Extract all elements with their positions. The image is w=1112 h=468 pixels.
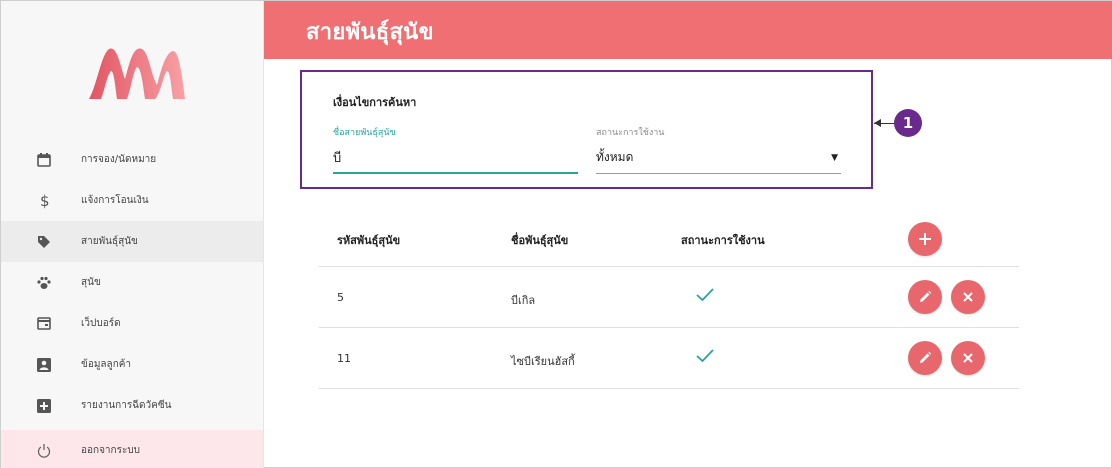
sidebar-item-webboard[interactable]: เว็ปบอร์ด [1, 303, 263, 344]
sidebar-item-booking[interactable]: การจอง/นัดหมาย [1, 139, 263, 180]
page-title: สายพันธุ์สุนัข [306, 20, 434, 45]
power-icon [36, 443, 52, 459]
sidebar-item-label: ข้อมูลลูกค้า [81, 359, 132, 370]
delete-button[interactable] [951, 280, 985, 314]
sidebar-item-logout[interactable]: ออกจากระบบ [1, 430, 263, 468]
dropdown-arrow-icon: ▼ [831, 152, 838, 163]
check-icon [696, 349, 714, 363]
edit-button[interactable] [908, 341, 942, 375]
page-header: สายพันธุ์สุนัข [264, 1, 1112, 59]
column-header-id: รหัสพันธุ์สุนัข [337, 234, 401, 247]
column-header-status: สถานะการใช้งาน [681, 234, 765, 247]
sidebar-item-label: รายงานการฉีดวัคซีน [81, 400, 172, 411]
cell-id: 11 [337, 352, 351, 365]
column-header-name: ชื่อพันธุ์สุนัข [511, 234, 569, 247]
table-row: 5 บีเกิล [319, 267, 1019, 328]
sidebar-item-vaccine-report[interactable]: รายงานการฉีดวัคซีน [1, 385, 263, 426]
add-button[interactable] [908, 222, 942, 256]
sidebar-item-transfer[interactable]: $ แจ้งการโอนเงิน [1, 180, 263, 221]
status-label: สถานะการใช้งาน [596, 128, 665, 138]
sidebar-item-dogs[interactable]: สุนัข [1, 262, 263, 303]
webboard-icon [36, 316, 52, 332]
search-title: เงื่อนไขการค้นหา [333, 96, 417, 109]
sidebar-item-label: แจ้งการโอนเงิน [81, 195, 149, 206]
edit-button[interactable] [908, 280, 942, 314]
callout-arrow-icon [874, 119, 881, 127]
cell-id: 5 [337, 291, 344, 304]
tag-icon [36, 234, 52, 250]
calendar-icon [36, 152, 52, 168]
check-icon [696, 288, 714, 302]
status-select-value: ทั้งหมด [596, 150, 634, 164]
m-logo-icon[interactable] [87, 45, 187, 101]
table-row: 11 ไซบีเรียนฮัสกี้ [319, 328, 1019, 389]
breed-name-label: ชื่อสายพันธุ์สุนัข [333, 128, 396, 138]
svg-text:$: $ [40, 193, 50, 209]
sidebar-item-label: ออกจากระบบ [81, 445, 141, 456]
sidebar-item-label: สายพันธุ์สุนัข [81, 236, 138, 247]
sidebar-item-customers[interactable]: ข้อมูลลูกค้า [1, 344, 263, 385]
dollar-icon: $ [36, 193, 52, 209]
sidebar-item-breeds[interactable]: สายพันธุ์สุนัข [1, 221, 263, 262]
cell-name: ไซบีเรียนฮัสกี้ [511, 355, 575, 368]
table-header: รหัสพันธุ์สุนัข ชื่อพันธุ์สุนัข สถานะการ… [319, 211, 1019, 267]
sidebar-item-label: การจอง/นัดหมาย [81, 154, 157, 165]
sidebar-item-label: สุนัข [81, 277, 101, 288]
search-panel: เงื่อนไขการค้นหา ชื่อสายพันธุ์สุนัข สถาน… [300, 70, 873, 189]
cell-name: บีเกิล [511, 294, 536, 307]
pencil-icon [920, 351, 932, 363]
breed-table: รหัสพันธุ์สุนัข ชื่อพันธุ์สุนัข สถานะการ… [319, 211, 1019, 389]
account-box-icon [36, 357, 52, 373]
plus-icon [919, 233, 931, 245]
sidebar: การจอง/นัดหมาย $ แจ้งการโอนเงิน สายพันธุ… [1, 1, 264, 468]
delete-button[interactable] [951, 341, 985, 375]
breed-name-input[interactable] [333, 142, 578, 174]
app-window: การจอง/นัดหมาย $ แจ้งการโอนเงิน สายพันธุ… [0, 0, 1112, 468]
close-icon [963, 353, 973, 363]
status-select[interactable]: ทั้งหมด ▼ [596, 142, 841, 174]
sidebar-nav: การจอง/นัดหมาย $ แจ้งการโอนเงิน สายพันธุ… [1, 139, 263, 468]
plus-box-icon [36, 398, 52, 414]
paw-icon [36, 275, 52, 291]
sidebar-item-label: เว็ปบอร์ด [81, 318, 121, 329]
callout-badge: 1 [894, 109, 922, 137]
pencil-icon [920, 290, 932, 302]
close-icon [963, 292, 973, 302]
